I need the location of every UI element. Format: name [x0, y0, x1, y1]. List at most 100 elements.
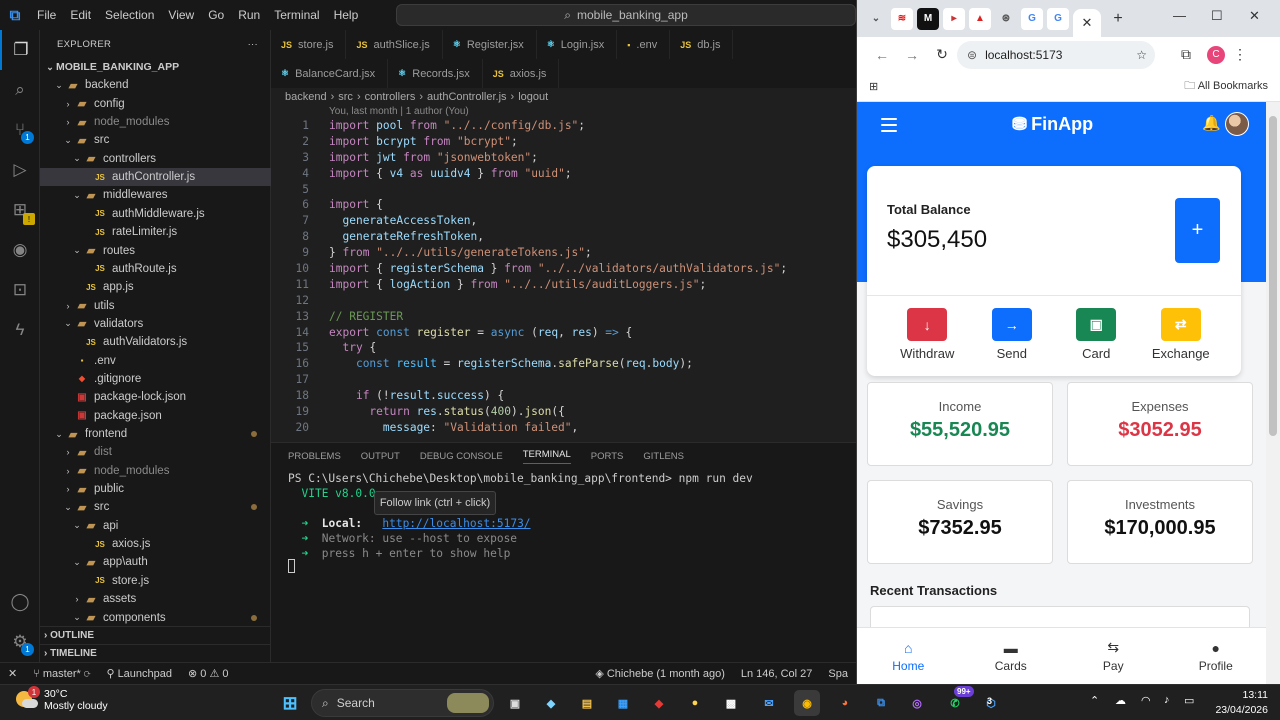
minimize-icon[interactable]: —: [1173, 8, 1186, 23]
extensions-icon[interactable]: ⊞!: [0, 190, 40, 230]
taskbar-search[interactable]: ⌕ Search: [311, 689, 494, 717]
exchange-action-button[interactable]: ⇄ Exchange: [1141, 308, 1221, 361]
tree-item[interactable]: ⌄ ▰ routes: [40, 242, 271, 260]
editor-tab[interactable]: JS axios.js: [483, 59, 560, 88]
local-url-link[interactable]: http://localhost:5173/: [382, 517, 530, 530]
panel-tab-gitlens[interactable]: GITLENS: [643, 451, 684, 462]
launchpad-status[interactable]: ⚲ Launchpad: [98, 667, 180, 680]
extensions-icon[interactable]: ⧉: [1171, 46, 1201, 63]
hamburger-menu-icon[interactable]: [881, 118, 897, 136]
back-icon[interactable]: ←: [867, 47, 897, 63]
tree-item[interactable]: › ▰ node_modules: [40, 462, 271, 480]
notification-bell-icon[interactable]: 🔔: [1202, 114, 1221, 132]
wifi-icon[interactable]: ◠: [1141, 694, 1151, 707]
tree-item[interactable]: ⌄ ▰ middlewares: [40, 186, 271, 204]
all-bookmarks[interactable]: 🗀 All Bookmarks: [1184, 77, 1268, 96]
whatsapp-icon[interactable]: ✆ 99+: [942, 686, 974, 716]
breadcrumb-item[interactable]: logout: [518, 91, 548, 103]
menu-file[interactable]: File: [30, 8, 63, 22]
branch-status[interactable]: ⑂ master* ⟳: [25, 668, 98, 680]
search-icon[interactable]: ⌕: [0, 70, 40, 110]
menu-selection[interactable]: Selection: [98, 8, 161, 22]
volume-icon[interactable]: ♪: [1164, 694, 1170, 706]
cursor-position[interactable]: Ln 146, Col 27: [733, 668, 821, 680]
task-view-icon[interactable]: ▣: [502, 690, 528, 716]
outline-section[interactable]: › OUTLINE: [40, 626, 271, 644]
user-avatar[interactable]: [1225, 112, 1249, 136]
menu-view[interactable]: View: [161, 8, 201, 22]
menu-terminal[interactable]: Terminal: [267, 8, 326, 22]
terminal-output[interactable]: PS C:\Users\Chichebe\Desktop\mobile_bank…: [288, 471, 753, 561]
command-center[interactable]: ⌕ mobile_banking_app: [396, 4, 856, 26]
code-editor[interactable]: 1 import pool from "../../config/db.js"; …: [271, 118, 856, 436]
tree-item[interactable]: › ▰ public: [40, 480, 271, 498]
send-action-button[interactable]: → Send: [972, 308, 1052, 361]
chrome-taskbar-icon[interactable]: ◉: [794, 690, 820, 716]
bookmark-star-icon[interactable]: ☆: [1136, 48, 1147, 62]
app-cube-icon[interactable]: ▩: [718, 690, 744, 716]
tree-item[interactable]: ⌄ ▰ backend: [40, 76, 271, 94]
reload-icon[interactable]: ↻: [927, 46, 957, 63]
editor-tab[interactable]: ⚛ Register.jsx: [443, 30, 537, 59]
weather-widget[interactable]: 1 30°C Mostly cloudy: [16, 686, 108, 712]
tree-item[interactable]: ⌄ ▰ validators: [40, 315, 271, 333]
apps-grid-icon[interactable]: ⊞: [869, 80, 878, 93]
forward-icon[interactable]: →: [897, 47, 927, 63]
tree-item[interactable]: › ▰ utils: [40, 297, 271, 315]
vscode-taskbar-icon[interactable]: ⧉: [868, 690, 894, 716]
editor-tab[interactable]: ⚛ Login.jsx: [537, 30, 618, 59]
menu-help[interactable]: Help: [327, 8, 366, 22]
nav-cards[interactable]: ▬ Cards: [960, 628, 1063, 684]
tab-favicon-1[interactable]: ≋: [891, 7, 913, 30]
app-purple-icon[interactable]: ◎: [904, 690, 930, 716]
tree-item[interactable]: ⌄ ▰ app\auth: [40, 553, 271, 571]
remote-icon[interactable]: ✕: [0, 667, 25, 680]
nav-home[interactable]: ⌂ Home: [857, 628, 960, 684]
nav-pay[interactable]: ⇆ Pay: [1062, 628, 1165, 684]
tree-item[interactable]: › ▰ dist: [40, 443, 271, 461]
tree-item[interactable]: ◆ .gitignore: [40, 370, 271, 388]
menu-go[interactable]: Go: [201, 8, 231, 22]
gitlens-icon[interactable]: ◉: [0, 230, 40, 270]
editor-tab[interactable]: JS store.js: [271, 30, 347, 59]
editor-tab[interactable]: JS authSlice.js: [346, 30, 443, 59]
run-debug-icon[interactable]: ▷: [0, 150, 40, 190]
tab-favicon-2[interactable]: M: [917, 7, 939, 30]
active-tab-close-icon[interactable]: ✕: [1073, 9, 1101, 37]
breadcrumb-item[interactable]: controllers: [365, 91, 416, 103]
tree-item[interactable]: › ▰ node_modules: [40, 113, 271, 131]
problems-status[interactable]: ⊗ 0 ⚠ 0: [180, 667, 236, 680]
tree-item[interactable]: ⌄ MOBILE_BANKING_APP: [40, 58, 271, 76]
app-blue-badge-icon[interactable]: ⬡ 3: [978, 690, 1004, 716]
tree-item[interactable]: ⌄ ▰ src: [40, 131, 271, 149]
tab-favicon-3[interactable]: ▸: [943, 7, 965, 30]
scrollbar-thumb[interactable]: [1269, 116, 1277, 436]
tree-item[interactable]: ▪ .env: [40, 352, 271, 370]
tree-item[interactable]: JS authController.js: [40, 168, 271, 187]
nav-profile[interactable]: ● Profile: [1165, 628, 1268, 684]
withdraw-action-button[interactable]: ↓ Withdraw: [887, 308, 967, 361]
tree-item[interactable]: JS authRoute.js: [40, 260, 271, 278]
profile-avatar[interactable]: C: [1207, 45, 1225, 64]
indent-status[interactable]: Spa: [820, 668, 856, 680]
editor-tab[interactable]: ▪ .env: [617, 30, 671, 59]
blame-status[interactable]: ◈ Chichebe (1 month ago): [587, 667, 733, 680]
tree-item[interactable]: ⌄ ▰ src: [40, 498, 271, 516]
panel-tab-terminal[interactable]: TERMINAL: [522, 449, 571, 464]
tree-item[interactable]: ▣ package-lock.json: [40, 388, 271, 406]
account-icon[interactable]: ◯: [0, 582, 40, 622]
tree-item[interactable]: JS authMiddleware.js: [40, 205, 271, 223]
tray-chevron-icon[interactable]: ⌃: [1090, 694, 1099, 707]
panel-tab-output[interactable]: OUTPUT: [361, 451, 400, 462]
file-explorer-icon[interactable]: ▤: [574, 690, 600, 716]
tree-item[interactable]: JS axios.js: [40, 535, 271, 553]
panel-tab-debug-console[interactable]: DEBUG CONSOLE: [420, 451, 503, 462]
chrome-menu-icon[interactable]: ⋮: [1225, 46, 1255, 63]
tree-item[interactable]: JS rateLimiter.js: [40, 223, 271, 241]
explorer-icon[interactable]: ❐: [0, 30, 40, 70]
taskbar-clock[interactable]: 13:11 23/04/2026: [1210, 688, 1268, 718]
breadcrumb-item[interactable]: backend: [285, 91, 327, 103]
tab-search-icon[interactable]: ⌄: [865, 8, 887, 30]
app-yellow-icon[interactable]: ●: [682, 690, 708, 716]
close-window-icon[interactable]: ✕: [1249, 8, 1260, 24]
